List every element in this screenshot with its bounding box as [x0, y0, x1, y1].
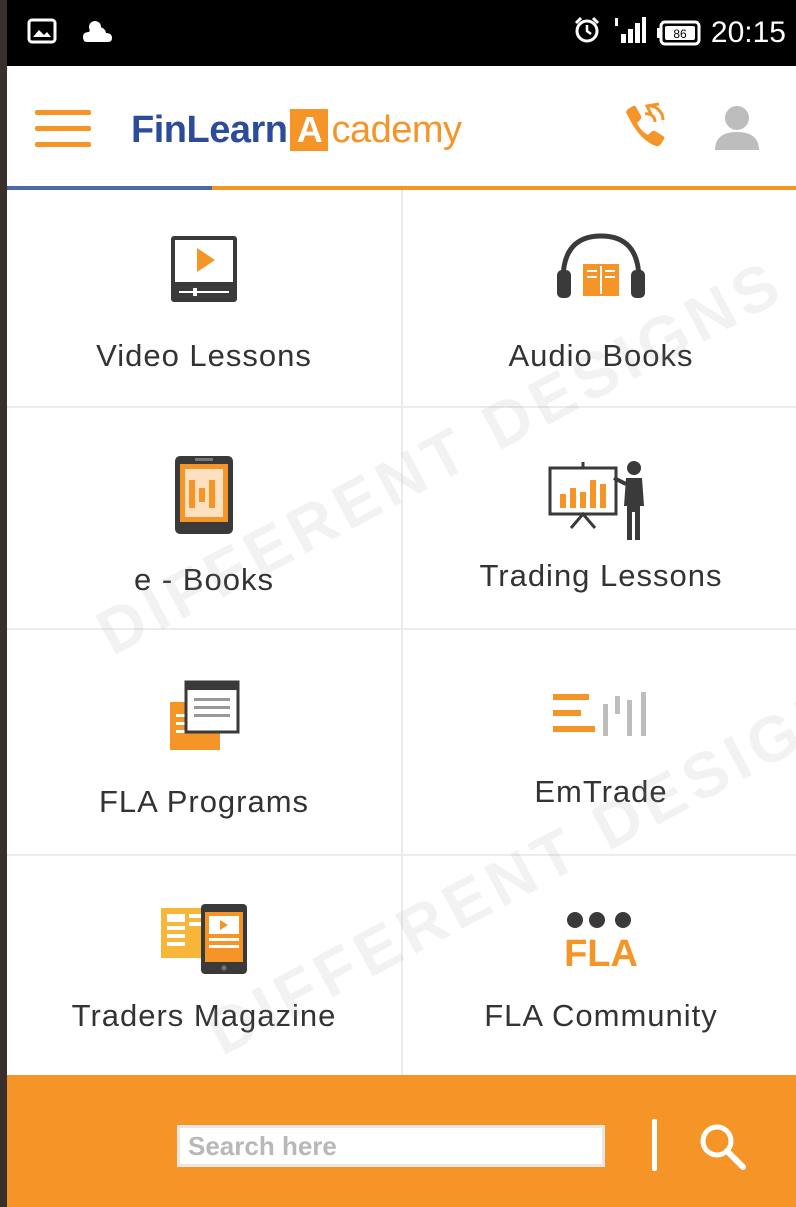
search-icon[interactable] — [695, 1119, 749, 1173]
search-bar — [7, 1075, 796, 1207]
app-bar: FinLearn A cademy — [7, 66, 796, 191]
video-play-icon — [167, 232, 241, 311]
presenter-chart-icon — [546, 458, 656, 549]
tile-fla-programs[interactable]: FLA Programs — [7, 630, 403, 856]
tile-label: Video Lessons — [96, 338, 312, 373]
headphones-book-icon — [551, 230, 651, 307]
emtrade-logo-icon — [549, 690, 653, 745]
tile-label: e - Books — [134, 562, 274, 597]
tile-label: FLA Community — [484, 998, 718, 1033]
tile-audio-books[interactable]: Audio Books — [403, 190, 796, 408]
menu-icon[interactable] — [35, 106, 91, 150]
call-icon[interactable] — [615, 100, 671, 156]
image-notification-icon — [27, 18, 57, 49]
status-time: 20:15 — [710, 16, 786, 49]
magazine-tablet-icon — [157, 902, 251, 981]
tile-video-lessons[interactable]: Video Lessons — [7, 190, 403, 408]
feature-grid: Video Lessons Audio Books e - Books Trad… — [7, 190, 796, 1075]
status-bar: 86 20:15 — [7, 0, 796, 66]
tile-emtrade[interactable]: EmTrade — [403, 630, 796, 856]
alarm-icon — [573, 16, 601, 51]
fla-community-icon: FLA — [561, 908, 641, 977]
tile-e-books[interactable]: e - Books — [7, 408, 403, 630]
tile-fla-community[interactable]: FLA FLA Community — [403, 856, 796, 1075]
search-separator — [652, 1119, 657, 1171]
search-input[interactable] — [177, 1125, 605, 1167]
brand-a-box: A — [290, 109, 329, 151]
brand-rest: cademy — [331, 108, 462, 151]
brand-logo: FinLearn A cademy — [131, 100, 462, 160]
tile-label: Trading Lessons — [479, 558, 723, 593]
battery-icon: 86 — [656, 20, 701, 46]
weather-cloud-icon — [81, 18, 115, 49]
user-icon[interactable] — [709, 100, 765, 156]
tile-label: EmTrade — [534, 774, 668, 809]
tile-label: Traders Magazine — [71, 998, 337, 1033]
windows-program-icon — [166, 678, 242, 759]
battery-level: 86 — [673, 27, 687, 41]
tile-traders-magazine[interactable]: Traders Magazine — [7, 856, 403, 1075]
tile-label: FLA Programs — [98, 784, 310, 819]
svg-text:FLA: FLA — [564, 933, 638, 972]
tile-label: Audio Books — [508, 338, 694, 373]
tile-trading-lessons[interactable]: Trading Lessons — [403, 408, 796, 630]
app-screen: 86 20:15 FinLearn A cademy Video Lessons… — [7, 0, 796, 1207]
brand-fin: FinLearn — [131, 108, 288, 151]
signal-icon — [611, 16, 647, 51]
tablet-ebook-icon — [173, 454, 235, 541]
